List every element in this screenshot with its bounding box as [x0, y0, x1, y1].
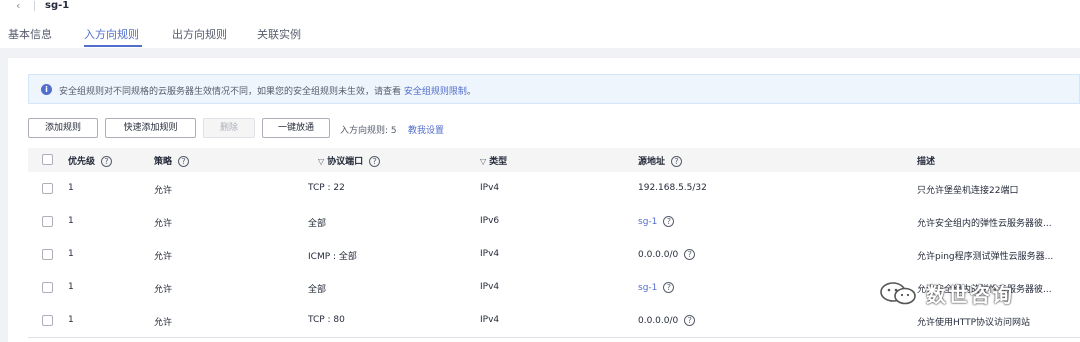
col-policy-label: 策略	[154, 157, 173, 167]
row-checkbox[interactable]	[42, 249, 53, 260]
cell-policy: 允许	[154, 219, 173, 229]
col-protocol-port-label: 协议端口	[327, 157, 364, 167]
cell-policy: 允许	[154, 186, 173, 196]
cell-description: 允许安全组内的弹性云服务器彼...	[917, 285, 1052, 295]
help-icon[interactable]: ?	[101, 156, 113, 167]
table-row: 1 允许 TCP : 80 IPv4 0.0.0.0/0? 允许使用HTTP协议访问网站	[28, 304, 1080, 338]
table-row: 1 允许 全部 IPv6 sg-1? 允许安全组内的弹性云服务器彼...	[28, 205, 1080, 239]
col-description: 描述	[917, 157, 936, 167]
cell-type: IPv4	[480, 282, 500, 292]
notice-text: 安全组规则对不同规格的云服务器生效情况不同，如果您的安全组规则未生效，请查看 安…	[59, 84, 476, 97]
tab-associated-instances[interactable]: 关联实例	[257, 26, 301, 42]
col-source: 源地址?	[638, 154, 683, 167]
col-priority-label: 优先级	[68, 157, 96, 167]
info-icon: i	[41, 84, 52, 95]
add-rule-button[interactable]: 添加规则	[28, 118, 98, 138]
notice-suffix: 。	[466, 87, 476, 97]
help-icon[interactable]: ?	[684, 315, 696, 326]
help-icon[interactable]: ?	[671, 156, 683, 167]
cell-protocol-port: ICMP : 全部	[308, 252, 357, 262]
tab-bar: 基本信息 入方向规则 出方向规则 关联实例	[0, 22, 1080, 48]
help-icon[interactable]: ?	[663, 282, 675, 293]
col-source-label: 源地址	[638, 157, 666, 167]
cell-source-value: 192.168.5.5/32	[638, 183, 707, 193]
cell-source[interactable]: sg-1?	[638, 282, 675, 293]
col-priority: 优先级?	[68, 154, 113, 167]
filter-icon[interactable]: ▽	[318, 157, 324, 166]
tutorial-link[interactable]: 教我设置	[408, 123, 444, 136]
cell-type: IPv4	[480, 249, 500, 259]
tab-basic-info[interactable]: 基本信息	[8, 26, 52, 42]
help-icon[interactable]: ?	[369, 156, 381, 167]
delete-button[interactable]: 删除	[203, 118, 255, 138]
cell-source-value[interactable]: sg-1	[638, 283, 657, 293]
cell-protocol-port: TCP : 22	[308, 183, 345, 193]
cell-protocol-port: 全部	[308, 285, 327, 295]
header-divider	[34, 1, 35, 11]
help-icon[interactable]: ?	[663, 216, 675, 227]
col-policy: 策略?	[154, 154, 190, 167]
cell-description: 允许安全组内的弹性云服务器彼...	[917, 219, 1052, 229]
col-type-label: 类型	[489, 157, 508, 167]
rule-toolbar: 添加规则 快速添加规则 删除 一键放通 入方向规则: 5 教我设置	[28, 118, 1080, 140]
cell-protocol-port: TCP : 80	[308, 315, 345, 325]
row-checkbox[interactable]	[42, 282, 53, 293]
cell-source: 0.0.0.0/0?	[638, 249, 696, 260]
select-all-checkbox[interactable]	[42, 154, 53, 165]
col-protocol-port[interactable]: ▽ 协议端口?	[318, 154, 381, 167]
cell-description: 只允许堡垒机连接22端口	[917, 186, 1019, 196]
row-checkbox[interactable]	[42, 216, 53, 227]
sg-rule-limit-link[interactable]: 安全组规则限制	[404, 87, 467, 97]
filter-icon[interactable]: ▽	[480, 157, 486, 166]
cell-source-value: 0.0.0.0/0	[638, 316, 679, 326]
cell-source: 192.168.5.5/32	[638, 183, 707, 193]
table-row: 1 允许 全部 IPv4 sg-1? 允许安全组内的弹性云服务器彼...	[28, 271, 1080, 305]
cell-source: 0.0.0.0/0?	[638, 315, 696, 326]
cell-source-value[interactable]: sg-1	[638, 217, 657, 227]
table-row: 1 允许 ICMP : 全部 IPv4 0.0.0.0/0? 允许ping程序测试弹性云服…	[28, 238, 1080, 272]
cell-priority: 1	[68, 282, 74, 292]
info-notice: i 安全组规则对不同规格的云服务器生效情况不同，如果您的安全组规则未生效，请查看…	[28, 74, 1080, 104]
tab-inbound-rules[interactable]: 入方向规则	[84, 26, 139, 42]
help-icon[interactable]: ?	[684, 249, 696, 260]
cell-protocol-port: 全部	[308, 219, 327, 229]
back-button[interactable]: ‹	[16, 0, 20, 12]
cell-priority: 1	[68, 183, 74, 193]
page-title: sg-1	[45, 0, 70, 11]
cell-priority: 1	[68, 216, 74, 226]
one-click-allow-button[interactable]: 一键放通	[262, 118, 330, 138]
inbound-rule-count: 入方向规则: 5	[340, 126, 397, 136]
cell-priority: 1	[68, 315, 74, 325]
chevron-left-icon: ‹	[16, 0, 21, 12]
cell-source-value: 0.0.0.0/0	[638, 250, 679, 260]
table-header: 优先级? 策略? ▽ 协议端口? ▽ 类型 源地址? 描述	[28, 148, 1080, 172]
cell-policy: 允许	[154, 285, 173, 295]
notice-message: 安全组规则对不同规格的云服务器生效情况不同，如果您的安全组规则未生效，请查看	[59, 87, 402, 97]
table-row: 1 允许 TCP : 22 IPv4 192.168.5.5/32 只允许堡垒机连接22端…	[28, 172, 1080, 206]
row-checkbox[interactable]	[42, 315, 53, 326]
active-tab-indicator	[84, 45, 142, 47]
cell-policy: 允许	[154, 318, 173, 328]
help-icon[interactable]: ?	[178, 156, 190, 167]
cell-policy: 允许	[154, 252, 173, 262]
cell-type: IPv4	[480, 315, 500, 325]
col-type[interactable]: ▽ 类型	[480, 154, 507, 167]
cell-description: 允许ping程序测试弹性云服务器...	[917, 252, 1054, 262]
row-checkbox[interactable]	[42, 183, 53, 194]
cell-type: IPv4	[480, 183, 500, 193]
tab-outbound-rules[interactable]: 出方向规则	[172, 26, 227, 42]
cell-description: 允许使用HTTP协议访问网站	[917, 318, 1031, 328]
cell-type: IPv6	[480, 216, 500, 226]
page-header: ‹ sg-1	[0, 0, 1080, 14]
cell-priority: 1	[68, 249, 74, 259]
quick-add-rule-button[interactable]: 快速添加规则	[105, 118, 196, 138]
cell-source[interactable]: sg-1?	[638, 216, 675, 227]
